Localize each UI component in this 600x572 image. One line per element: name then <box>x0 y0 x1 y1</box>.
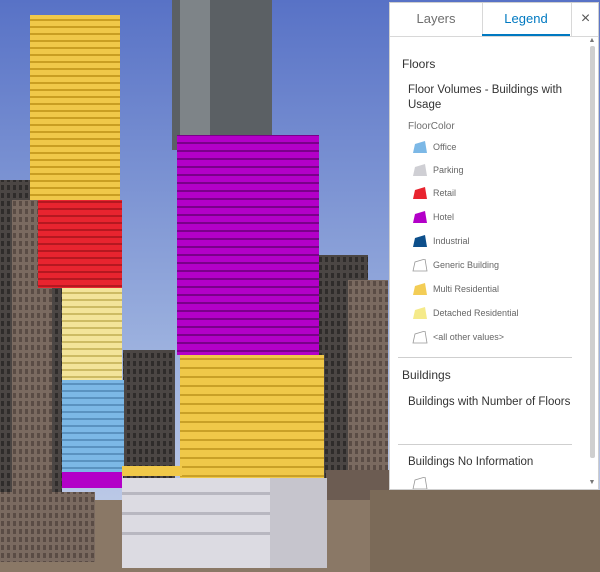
legend-scrollbar[interactable]: ▲ ▼ <box>587 37 597 489</box>
field-name: FloorColor <box>408 121 455 132</box>
legend-item-label: Retail <box>433 188 457 198</box>
layer-title-buildings-no-info: Buildings No Information <box>408 456 534 468</box>
section-title-buildings: Buildings <box>402 368 451 382</box>
industrial-swatch-icon <box>413 235 427 247</box>
hotel-swatch-icon <box>413 211 427 223</box>
layer-title-buildings-floors: Buildings with Number of Floors <box>408 396 571 408</box>
scroll-thumb[interactable] <box>590 46 595 458</box>
office-swatch-icon <box>413 141 427 153</box>
legend-item-label: Detached Residential <box>433 308 519 318</box>
legend-content: Floors Floor Volumes - Buildings with Us… <box>390 37 586 489</box>
other-values-swatch-icon <box>412 331 428 344</box>
tab-legend[interactable]: Legend <box>482 3 570 36</box>
tab-layers[interactable]: Layers <box>390 3 483 36</box>
legend-item-label: Generic Building <box>433 260 500 270</box>
scroll-down-icon[interactable]: ▼ <box>588 479 596 487</box>
section-divider <box>398 444 572 445</box>
parking-swatch-icon <box>413 164 427 176</box>
panel-tabs: Layers Legend × <box>390 3 598 37</box>
close-icon[interactable]: × <box>571 3 599 36</box>
legend-item-label: Parking <box>433 165 464 175</box>
multi-residential-swatch-icon <box>413 283 427 295</box>
legend-item-label: Multi Residential <box>433 284 500 294</box>
legend-panel: Layers Legend × Floors Floor Volumes - B… <box>389 2 599 490</box>
section-divider <box>398 357 572 358</box>
layer-title-floor-volumes: Floor Volumes - Buildings with Usage <box>408 84 563 111</box>
legend-item-label: Hotel <box>433 212 455 222</box>
detached-residential-swatch-icon <box>413 307 427 319</box>
section-title-floors: Floors <box>402 57 436 71</box>
legend-item-label: Office <box>433 142 457 152</box>
building-swatch-icon <box>412 477 428 489</box>
generic-building-swatch-icon <box>412 259 428 272</box>
retail-swatch-icon <box>413 187 427 199</box>
legend-item-label: <all other values> <box>433 332 505 342</box>
scroll-up-icon[interactable]: ▲ <box>588 37 596 45</box>
legend-item-label: Industrial <box>433 236 470 246</box>
